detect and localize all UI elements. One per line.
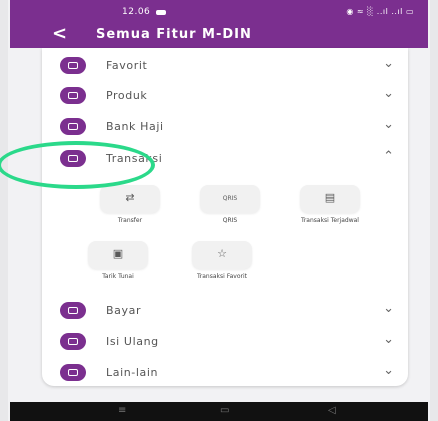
notification-icon	[156, 10, 166, 15]
title-bar: < Semua Fitur M-DIN	[10, 24, 428, 46]
transfer-icon: ⇄	[125, 191, 135, 204]
page-title: Semua Fitur M-DIN	[96, 27, 252, 42]
menu-item-bank-haji[interactable]: Bank Haji ⌄	[42, 116, 408, 138]
menu-item-label: Produk	[106, 89, 148, 102]
calendar-icon: ▤	[324, 191, 336, 204]
tile-label: Tarik Tunai	[102, 273, 134, 280]
chevron-down-icon[interactable]: ⌄	[383, 332, 394, 347]
star-icon	[60, 57, 86, 74]
nav-back-icon[interactable]: ◁	[328, 405, 336, 416]
chevron-up-icon[interactable]: ⌃	[383, 149, 394, 164]
app-header: 12.06 ◉ ≈ ░ ..ıl ..ıl ▭ < Semua Fitur M-…	[10, 0, 428, 48]
menu-item-label: Favorit	[106, 59, 148, 72]
menu-item-favorit[interactable]: Favorit ⌄	[42, 55, 408, 77]
status-icons: ◉ ≈ ░ ..ıl ..ıl ▭	[346, 7, 414, 16]
chevron-down-icon[interactable]: ⌄	[383, 301, 394, 316]
feature-list-card: Favorit ⌄ Produk ⌄ Bank Haji ⌄ Transaksi…	[42, 48, 408, 386]
menu-item-label: Bayar	[106, 304, 142, 317]
payment-icon	[60, 302, 86, 319]
product-icon	[60, 87, 86, 104]
tile-label: Transfer	[117, 217, 143, 224]
screen-edge-left	[0, 0, 8, 421]
chevron-down-icon[interactable]: ⌄	[383, 86, 394, 101]
more-icon	[60, 364, 86, 381]
highlight-circle	[0, 141, 155, 189]
system-nav-bar: ≡ ▭ ◁	[10, 402, 428, 421]
star-outline-icon: ☆	[217, 247, 227, 260]
status-time: 12.06	[122, 7, 151, 17]
chevron-down-icon[interactable]: ⌄	[383, 363, 394, 378]
screen-edge-right	[430, 0, 438, 421]
recent-apps-icon[interactable]: ≡	[118, 405, 126, 416]
menu-item-label: Isi Ulang	[106, 335, 159, 348]
bank-icon	[60, 118, 86, 135]
tile-label: Transaksi Favorit	[197, 273, 247, 280]
topup-icon	[60, 333, 86, 350]
back-arrow-icon[interactable]: <	[52, 24, 67, 44]
qris-icon: QRIS	[222, 195, 238, 202]
chevron-down-icon[interactable]: ⌄	[383, 117, 394, 132]
transaksi-submenu: ⇄ Transfer QRIS QRIS ▤ Transaksi Terjadw…	[42, 173, 408, 283]
chevron-down-icon[interactable]: ⌄	[383, 56, 394, 71]
status-bar: 12.06 ◉ ≈ ░ ..ıl ..ıl ▭	[10, 6, 428, 20]
menu-item-label: Bank Haji	[106, 120, 164, 133]
menu-item-isi-ulang[interactable]: Isi Ulang ⌄	[42, 331, 408, 353]
menu-item-lain-lain[interactable]: Lain-lain ⌄	[42, 362, 408, 384]
menu-item-produk[interactable]: Produk ⌄	[42, 85, 408, 107]
tile-label: Transaksi Terjadwal	[301, 217, 359, 224]
home-icon[interactable]: ▭	[220, 405, 229, 416]
menu-item-bayar[interactable]: Bayar ⌄	[42, 300, 408, 322]
atm-icon: ▣	[112, 247, 124, 260]
tile-label: QRIS	[222, 217, 238, 224]
menu-item-label: Lain-lain	[106, 366, 159, 379]
